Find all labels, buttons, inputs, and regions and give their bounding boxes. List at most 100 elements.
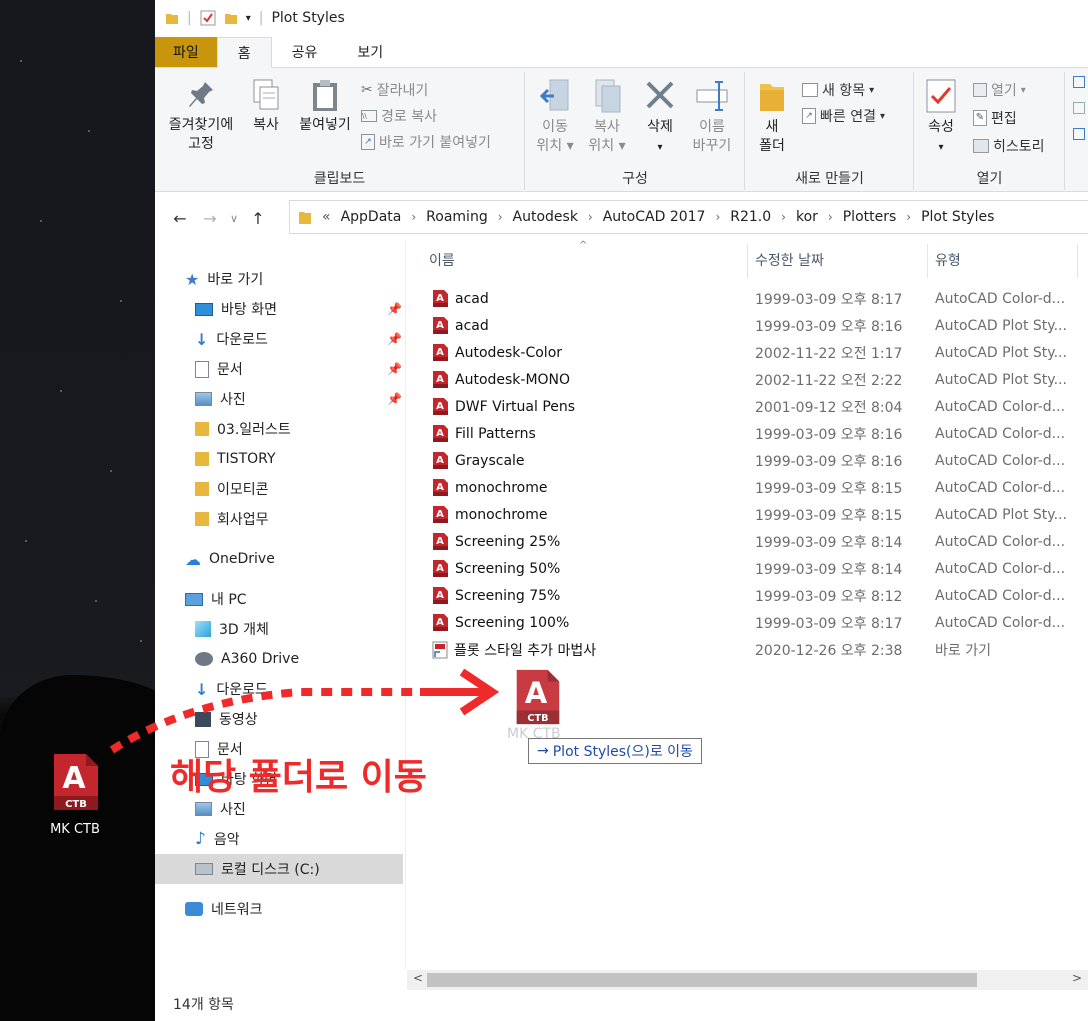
tab-view[interactable]: 보기 bbox=[337, 37, 403, 67]
column-divider[interactable] bbox=[927, 244, 928, 278]
delete-button[interactable]: 삭제 ▾ bbox=[638, 78, 682, 157]
copy-path-button[interactable]: \\ 경로 복사 bbox=[361, 106, 437, 126]
file-row[interactable]: Aacad 1999-03-09 오후 8:17 AutoCAD Color-d..… bbox=[407, 285, 1088, 312]
pin-icon[interactable]: 📌 bbox=[387, 302, 402, 316]
svg-text:A: A bbox=[436, 590, 444, 601]
file-row[interactable]: Aacad 1999-03-09 오후 8:16 AutoCAD Plot Sty.… bbox=[407, 312, 1088, 339]
column-header-type[interactable]: 유형 bbox=[935, 240, 961, 280]
column-header-date[interactable]: 수정한 날짜 bbox=[755, 240, 824, 280]
breadcrumb-roaming[interactable]: Roaming bbox=[426, 209, 488, 225]
copy-to-button[interactable]: 복사 위치 ▾ bbox=[582, 78, 632, 156]
file-row[interactable]: Amonochrome 1999-03-09 오후 8:15 AutoCAD Col… bbox=[407, 474, 1088, 501]
file-row[interactable]: A Screening 100% 1999-03-09 오후 8:17 AutoCAD… bbox=[407, 609, 1088, 636]
nav-pc-downloads[interactable]: ↓ 다운로드 bbox=[195, 674, 268, 704]
cut-button[interactable]: ✂ 잘라내기 bbox=[361, 80, 428, 100]
horizontal-scrollbar[interactable]: < > bbox=[407, 970, 1088, 990]
properties-button[interactable]: 속성 ▾ bbox=[921, 78, 961, 157]
autocad-plot-style-icon: A bbox=[433, 614, 448, 631]
select-none-icon[interactable] bbox=[1073, 102, 1085, 114]
scrollbar-thumb[interactable] bbox=[427, 973, 977, 987]
breadcrumb-kor[interactable]: kor bbox=[796, 209, 818, 225]
nav-quick-access[interactable]: ★ 바로 가기 bbox=[185, 264, 263, 294]
path-icon: \\ bbox=[361, 110, 377, 122]
file-type: AutoCAD Color-d... bbox=[935, 290, 1066, 307]
file-row[interactable]: A Screening 25% 1999-03-09 오후 8:14 AutoCAD … bbox=[407, 528, 1088, 555]
annotation-text: 해당 폴더로 이동 bbox=[170, 757, 427, 798]
nav-music[interactable]: ♪ 음악 bbox=[195, 824, 240, 854]
paste-shortcut-button[interactable]: ↗ 바로 가기 붙여넣기 bbox=[361, 132, 491, 152]
breadcrumb-appdata[interactable]: AppData bbox=[341, 209, 402, 225]
svg-text:A: A bbox=[436, 509, 444, 520]
nav-folder-emoticon[interactable]: 이모티콘 bbox=[195, 474, 269, 504]
column-divider[interactable] bbox=[1077, 244, 1078, 278]
nav-desktop[interactable]: 바탕 화면 bbox=[195, 294, 277, 324]
file-row[interactable]: 플롯 스타일 추가 마법사 2020-12-26 오후 2:38 바로 가기 bbox=[407, 636, 1088, 663]
nav-downloads[interactable]: ↓ 다운로드 bbox=[195, 324, 268, 354]
nav-onedrive[interactable]: ☁ OneDrive bbox=[185, 544, 275, 574]
file-name: Amonochrome bbox=[432, 478, 547, 497]
file-row[interactable]: A Autodesk-Color 2002-11-22 오전 1:17 AutoCAD… bbox=[407, 339, 1088, 366]
pin-icon[interactable]: 📌 bbox=[387, 392, 402, 406]
select-all-icon[interactable] bbox=[1073, 76, 1085, 88]
forward-arrow-icon[interactable]: → bbox=[195, 209, 225, 228]
breadcrumb-plot-styles[interactable]: Plot Styles bbox=[921, 209, 994, 225]
address-bar[interactable]: « AppData › Roaming › Autodesk › AutoCAD 20… bbox=[289, 200, 1088, 234]
tab-home[interactable]: 홈 bbox=[216, 37, 272, 68]
file-row[interactable]: A Screening 75% 1999-03-09 오후 8:12 AutoCAD … bbox=[407, 582, 1088, 609]
file-type: AutoCAD Plot Sty... bbox=[935, 317, 1067, 334]
file-row[interactable]: A DWF Virtual Pens 2001-09-12 오전 8:04 AutoC… bbox=[407, 393, 1088, 420]
recent-locations-chevron-icon[interactable]: ∨ bbox=[225, 212, 243, 225]
nav-documents[interactable]: 문서 bbox=[195, 354, 243, 384]
up-arrow-icon[interactable]: ↑ bbox=[243, 209, 273, 228]
svg-text:A: A bbox=[436, 401, 444, 412]
tab-file[interactable]: 파일 bbox=[155, 37, 217, 67]
drop-tooltip: → Plot Styles(으)로 이동 bbox=[528, 738, 702, 764]
file-row[interactable]: A Autodesk-MONO 2002-11-22 오전 2:22 AutoCAD … bbox=[407, 366, 1088, 393]
move-to-button[interactable]: 이동 위치 ▾ bbox=[530, 78, 580, 156]
file-row[interactable]: A Fill Patterns 1999-03-09 오후 8:16 AutoCAD … bbox=[407, 420, 1088, 447]
nav-folder-tistory[interactable]: TISTORY bbox=[195, 444, 276, 474]
column-divider[interactable] bbox=[747, 244, 748, 278]
quick-access-dropdown-icon[interactable]: ▾ bbox=[246, 13, 251, 24]
nav-local-disk-c[interactable]: 로컬 디스크 (C:) bbox=[155, 854, 403, 884]
breadcrumb-plotters[interactable]: Plotters bbox=[843, 209, 897, 225]
nav-network[interactable]: 네트워크 bbox=[185, 894, 263, 924]
breadcrumb-autodesk[interactable]: Autodesk bbox=[513, 209, 578, 225]
properties-quick-icon[interactable] bbox=[200, 10, 216, 26]
new-group-label: 새로 만들기 bbox=[795, 171, 864, 187]
nav-this-pc[interactable]: 내 PC bbox=[185, 584, 247, 614]
paste-button[interactable]: 붙여넣기 bbox=[289, 78, 361, 135]
file-row[interactable]: A Screening 50% 1999-03-09 오후 8:14 AutoCAD … bbox=[407, 555, 1088, 582]
open-button[interactable]: 열기 ▾ bbox=[973, 80, 1026, 100]
edit-button[interactable]: ✎ 편집 bbox=[973, 108, 1017, 128]
clipboard-group: 즐겨찾기에 고정 복사 붙여넣기 ✂ 잘라내기 \\ 경로 복사 ↗ 바로 가기 붙여넣… bbox=[155, 72, 525, 190]
nav-a360-drive[interactable]: A360 Drive bbox=[195, 644, 299, 674]
rename-button[interactable]: 이름 바꾸기 bbox=[686, 78, 738, 156]
pin-icon[interactable]: 📌 bbox=[387, 362, 402, 376]
breadcrumb-autocad-2017[interactable]: AutoCAD 2017 bbox=[603, 209, 706, 225]
nav-folder-work[interactable]: 회사업무 bbox=[195, 504, 269, 534]
new-folder-button[interactable]: 새 폴더 bbox=[752, 78, 792, 156]
new-item-button[interactable]: 새 항목 ▾ bbox=[802, 80, 874, 100]
tab-share[interactable]: 공유 bbox=[272, 37, 338, 67]
desktop-file-mk-ctb[interactable]: A CTB MK CTB bbox=[42, 752, 108, 837]
back-arrow-icon[interactable]: ← bbox=[165, 209, 195, 228]
pin-to-quick-access-button[interactable]: 즐겨찾기에 고정 bbox=[161, 78, 241, 154]
scroll-left-arrow-icon[interactable]: < bbox=[413, 971, 423, 985]
copy-button[interactable]: 복사 bbox=[245, 78, 287, 135]
pin-icon[interactable]: 📌 bbox=[387, 332, 402, 346]
nav-folder-illust[interactable]: 03.일러스트 bbox=[195, 414, 291, 444]
nav-pictures[interactable]: 사진 bbox=[195, 384, 246, 414]
breadcrumb-r21[interactable]: R21.0 bbox=[730, 209, 771, 225]
invert-selection-icon[interactable] bbox=[1073, 128, 1085, 140]
address-overflow[interactable]: « bbox=[322, 209, 331, 225]
nav-videos[interactable]: 동영상 bbox=[195, 704, 258, 734]
easy-access-button[interactable]: ↗ 빠른 연결 ▾ bbox=[802, 106, 885, 126]
nav-3d-objects[interactable]: 3D 개체 bbox=[195, 614, 269, 644]
file-row[interactable]: A Grayscale 1999-03-09 오후 8:16 AutoCAD Colo… bbox=[407, 447, 1088, 474]
scroll-right-arrow-icon[interactable]: > bbox=[1072, 971, 1082, 985]
new-folder-quick-icon[interactable] bbox=[224, 11, 238, 25]
file-row[interactable]: Amonochrome 1999-03-09 오후 8:15 AutoCAD Plo… bbox=[407, 501, 1088, 528]
history-button[interactable]: 히스토리 bbox=[973, 136, 1045, 156]
column-header-name[interactable]: 이름 bbox=[429, 240, 455, 280]
